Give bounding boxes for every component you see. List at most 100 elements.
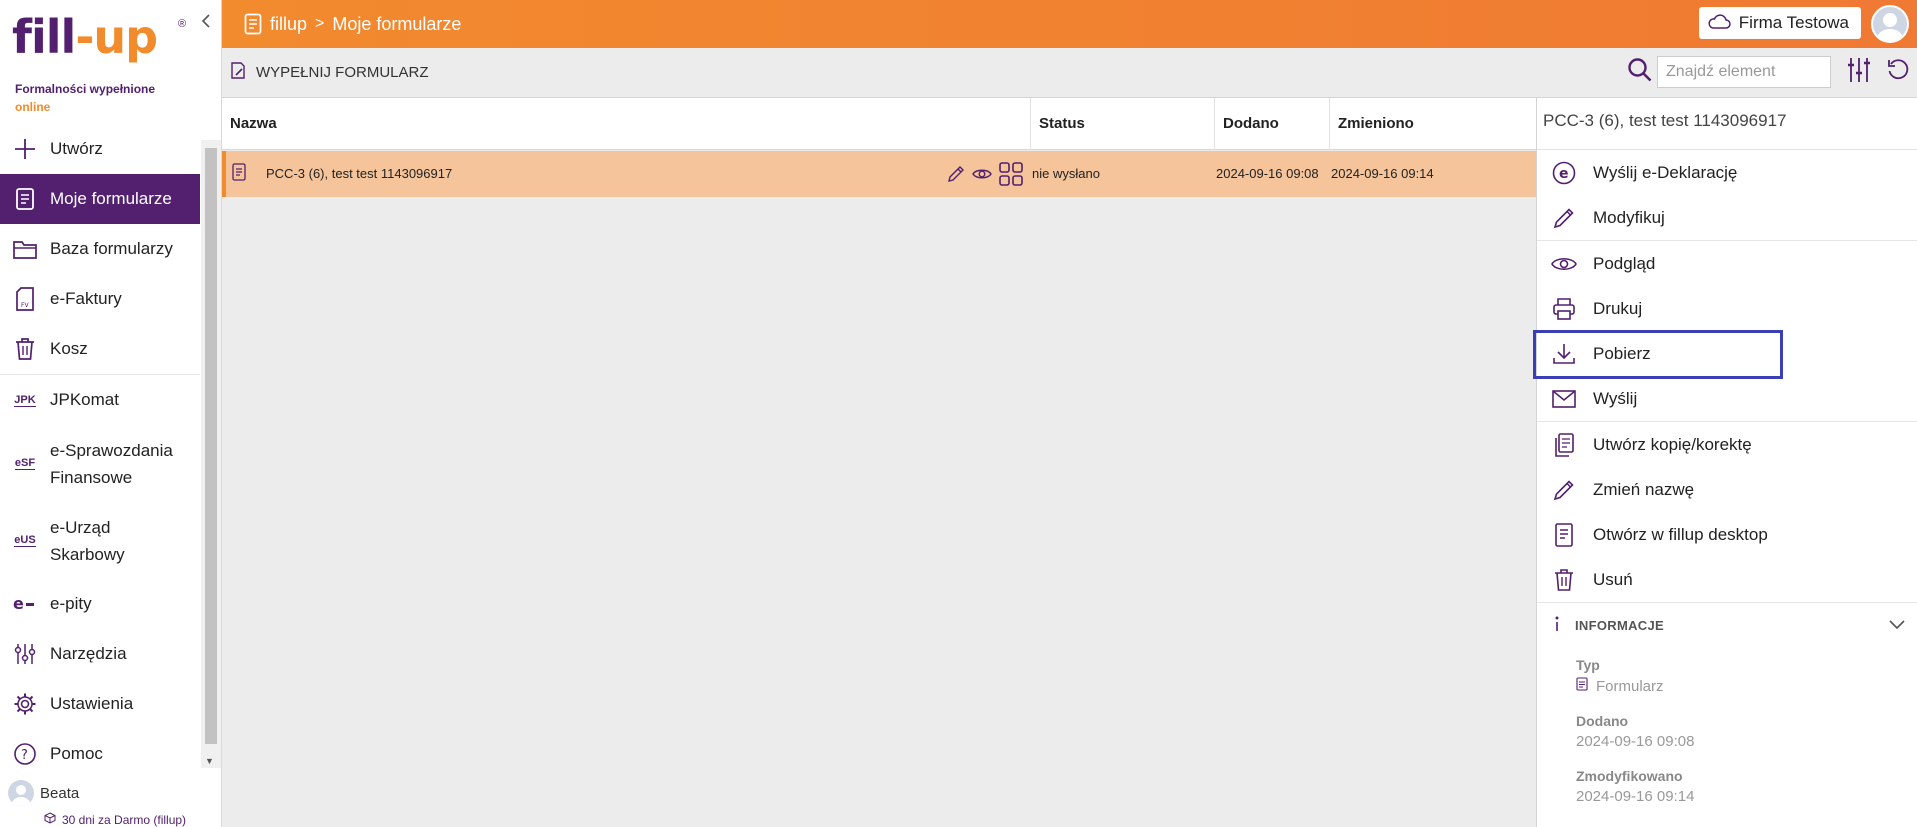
help-icon: ? — [12, 741, 38, 767]
sidebar-item-kosz[interactable]: Kosz — [0, 324, 200, 374]
table-row[interactable]: PCC-3 (6), test test 1143096917 nie wysł… — [222, 151, 1536, 197]
sidebar-item-ustawienia[interactable]: Ustawienia — [0, 679, 200, 729]
sidebar-item-narzedzia[interactable]: Narzędzia — [0, 629, 200, 679]
sidebar-item-moje-formularze[interactable]: Moje formularze — [0, 174, 200, 224]
info-block: Typ Formularz Dodano 2024-09-16 09:08 Zm… — [1537, 657, 1917, 805]
filter-sliders-icon[interactable] — [1847, 57, 1871, 88]
grid-menu-icon[interactable] — [998, 161, 1024, 187]
sidebar-scrollbar[interactable]: ▼ — [201, 140, 221, 768]
action-label: Podgląd — [1593, 253, 1656, 273]
jpk-icon: JPK — [12, 387, 38, 413]
gear-icon — [12, 691, 38, 717]
send-button[interactable]: Wyślij — [1537, 376, 1917, 421]
sidebar-item-label: Baza formularzy — [50, 239, 173, 258]
user-info[interactable]: Beata — [8, 780, 79, 806]
trash-icon — [12, 336, 38, 362]
tools-icon — [12, 641, 38, 667]
action-label: Utwórz kopię/korektę — [1593, 434, 1752, 454]
sidebar-item-label: e-Urząd Skarbowy — [50, 514, 125, 568]
sidebar-item-e-urzad[interactable]: eUS e-Urząd Skarbowy — [0, 502, 200, 579]
logo-dash-text: - — [75, 10, 94, 64]
folder-icon — [12, 236, 38, 262]
tagline-line2: online — [15, 100, 51, 114]
column-header-status[interactable]: Status — [1031, 98, 1215, 150]
column-header-zmieniono[interactable]: Zmieniono — [1330, 98, 1536, 150]
esf-icon: eSF — [12, 451, 38, 477]
cube-icon — [44, 812, 56, 827]
sidebar-item-jpkomat[interactable]: JPK JPKomat — [0, 375, 200, 425]
breadcrumb-root[interactable]: fillup — [270, 14, 307, 35]
registered-mark: ® — [178, 18, 187, 30]
action-label: Wyślij — [1593, 388, 1638, 408]
delete-button[interactable]: Usuń — [1537, 557, 1917, 602]
breadcrumb-current: Moje formularze — [332, 13, 462, 34]
action-label: Drukuj — [1593, 298, 1643, 318]
info-modified-value: 2024-09-16 09:14 — [1576, 788, 1695, 805]
svg-text:e: e — [1559, 166, 1569, 182]
sidebar-item-label: e-Sprawozdania Finansowe — [50, 437, 173, 491]
sidebar-item-label: Moje formularze — [50, 189, 172, 208]
pencil-icon — [1551, 478, 1577, 502]
avatar[interactable] — [1871, 5, 1909, 43]
company-selector[interactable]: Firma Testowa — [1698, 7, 1861, 39]
column-header-nazwa[interactable]: Nazwa — [222, 98, 1031, 150]
action-label: Usuń — [1593, 569, 1633, 589]
sidebar-item-e-sprawozdania[interactable]: eSF e-Sprawozdania Finansowe — [0, 425, 200, 502]
tagline: Formalności wypełnione online — [15, 80, 185, 116]
create-copy-button[interactable]: Utwórz kopię/korektę — [1537, 422, 1917, 467]
sidebar-item-pomoc[interactable]: ? Pomoc — [0, 729, 200, 779]
sidebar-item-label: e-Faktury — [50, 289, 122, 308]
send-edeclaration-button[interactable]: e Wyślij e-Deklarację — [1537, 150, 1917, 195]
sidebar-item-baza-formularzy[interactable]: Baza formularzy — [0, 224, 200, 274]
print-button[interactable]: Drukuj — [1537, 286, 1917, 331]
tagline-line1: Formalności wypełnione — [15, 82, 156, 96]
edeclaration-icon: e — [1551, 161, 1577, 185]
search-input[interactable] — [1657, 56, 1831, 88]
refresh-icon[interactable] — [1887, 58, 1909, 86]
column-header-dodano[interactable]: Dodano — [1215, 98, 1330, 150]
label-line2: Skarbowy — [50, 544, 125, 564]
document-icon — [244, 13, 262, 35]
pencil-icon — [1551, 206, 1577, 230]
label-line1: e-Sprawozdania — [50, 440, 173, 460]
info-icon — [1553, 616, 1561, 635]
copy-icon — [1551, 432, 1577, 457]
document-icon — [12, 186, 38, 212]
collapse-sidebar-button[interactable] — [199, 14, 213, 33]
sidebar-item-e-faktury[interactable]: FV e-Faktury — [0, 274, 200, 324]
search-icon[interactable] — [1627, 57, 1653, 88]
info-added-label: Dodano — [1576, 713, 1629, 729]
sidebar-item-label: Ustawienia — [50, 694, 134, 713]
sidebar-item-label: Utwórz — [50, 139, 103, 158]
pencil-icon[interactable] — [946, 164, 966, 184]
eus-icon-text: eUS — [14, 534, 36, 547]
sidebar-item-label: Narzędzia — [50, 644, 127, 663]
logo-fill-text: fill — [12, 10, 76, 64]
modify-button[interactable]: Modyfikuj — [1537, 195, 1917, 240]
fill-form-button[interactable]: WYPEŁNIJ FORMULARZ — [230, 61, 429, 84]
scrollbar-thumb[interactable] — [205, 148, 217, 744]
rename-button[interactable]: Zmień nazwę — [1537, 467, 1917, 512]
info-type-value: Formularz — [1576, 677, 1917, 695]
info-section-toggle[interactable]: INFORMACJE — [1537, 603, 1917, 647]
chevron-left-icon — [201, 14, 210, 28]
forms-table: Nazwa Status Dodano Zmieniono PCC-3 (6),… — [222, 98, 1536, 827]
open-in-desktop-button[interactable]: Otwórz w fillup desktop — [1537, 512, 1917, 557]
sidebar-item-utworz[interactable]: Utwórz — [0, 124, 200, 174]
row-modified: 2024-09-16 09:14 — [1331, 166, 1434, 181]
company-name: Firma Testowa — [1738, 13, 1849, 32]
action-label: Otwórz w fillup desktop — [1593, 524, 1768, 544]
scroll-down-arrow-icon[interactable]: ▼ — [205, 756, 214, 766]
preview-button[interactable]: Podgląd — [1537, 241, 1917, 286]
plan-info: 30 dni za Darmo (fillup) — [44, 812, 186, 827]
sidebar-nav: Utwórz Moje formularze Baza formularzy F… — [0, 124, 200, 779]
fillup-logo[interactable]: fill-up ® — [12, 14, 187, 74]
download-button[interactable]: Pobierz — [1533, 330, 1917, 379]
sidebar-item-label: JPKomat — [50, 390, 119, 409]
avatar — [8, 780, 34, 806]
label-line2: Finansowe — [50, 467, 133, 487]
table-header: Nazwa Status Dodano Zmieniono — [222, 98, 1536, 150]
eye-icon[interactable] — [972, 164, 992, 184]
svg-text:e: e — [13, 596, 24, 612]
sidebar-item-e-pity[interactable]: e e-pity — [0, 579, 200, 629]
